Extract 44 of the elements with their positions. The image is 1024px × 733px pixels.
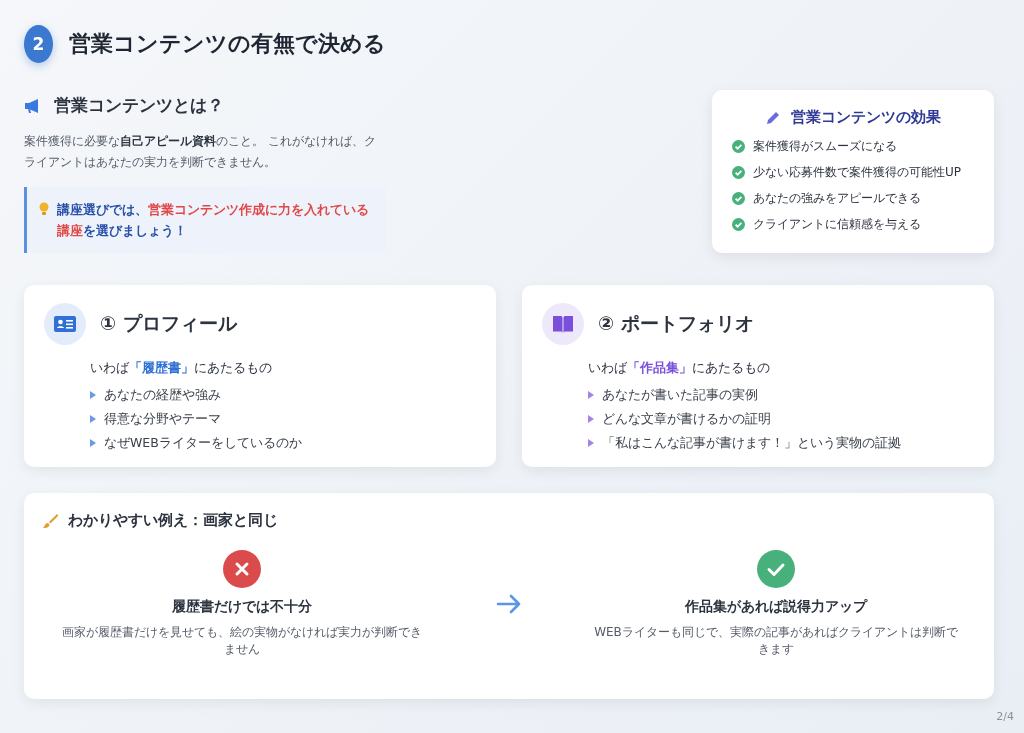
check-circle-icon (732, 139, 745, 153)
triangle-bullet-icon (588, 439, 594, 447)
paintbrush-icon (42, 512, 58, 529)
card-point: なぜWEBライターをしているのか (104, 434, 302, 452)
check-circle-icon (732, 165, 745, 179)
card-point: 得意な分野やテーマ (104, 410, 221, 428)
description-text: 案件獲得に必要な自己アピール資料のこと。 これがなければ、クライアントはあなたの実力を判断できません。 (24, 133, 377, 171)
check-circle-icon (732, 191, 745, 205)
id-card-icon (54, 316, 76, 332)
triangle-bullet-icon (90, 391, 96, 399)
example-title: わかりやすい例え：画家と同じ (68, 511, 278, 530)
card-lead-text: いわば「履歴書」にあたるもの (90, 359, 273, 377)
case-heading: 履歴書だけでは不十分 (172, 598, 312, 616)
book-icon (552, 315, 574, 333)
effect-item: 少ない応募件数で案件獲得の可能性UP (753, 163, 962, 181)
card-point: 「私はこんな記事が書けます！」という実物の証拠 (602, 434, 901, 452)
card-point: あなたの経歴や強み (104, 386, 221, 404)
card-title: ① プロフィール (100, 311, 237, 336)
pencil-icon (765, 109, 781, 126)
lightbulb-icon (39, 202, 49, 216)
card-title: ② ポートフォリオ (598, 311, 754, 336)
effects-title: 営業コンテンツの効果 (791, 108, 941, 127)
triangle-bullet-icon (90, 439, 96, 447)
card-lead-text: いわば「作品集」にあたるもの (588, 359, 771, 377)
effect-item: クライアントに信頼感を与える (753, 215, 921, 233)
effect-item: 案件獲得がスムーズになる (753, 137, 897, 155)
check-circle-icon (732, 217, 745, 231)
section-heading: 営業コンテンツとは？ (54, 94, 224, 117)
page-number: 2/4 (996, 710, 1014, 723)
triangle-bullet-icon (588, 391, 594, 399)
triangle-bullet-icon (90, 415, 96, 423)
case-heading: 作品集があれば説得力アップ (685, 598, 867, 616)
section-number-badge: 2 (24, 25, 53, 63)
cross-circle-icon (223, 550, 261, 588)
page-title: 営業コンテンツの有無で決める (69, 30, 386, 58)
tip-text: 講座選びでは、営業コンテンツ作成に力を入れている講座を選びましょう！ (57, 201, 370, 240)
case-text: 画家が履歴書だけを見せても、絵の実物がなければ実力が判断できません (61, 624, 423, 658)
check-circle-icon (757, 550, 795, 588)
case-text: WEBライターも同じで、実際の記事があればクライアントは判断できます (593, 624, 959, 658)
triangle-bullet-icon (588, 415, 594, 423)
card-point: どんな文章が書けるかの証明 (602, 410, 771, 428)
right-arrow-icon (496, 594, 522, 614)
effect-item: あなたの強みをアピールできる (753, 189, 921, 207)
card-point: あなたが書いた記事の実例 (602, 386, 758, 404)
